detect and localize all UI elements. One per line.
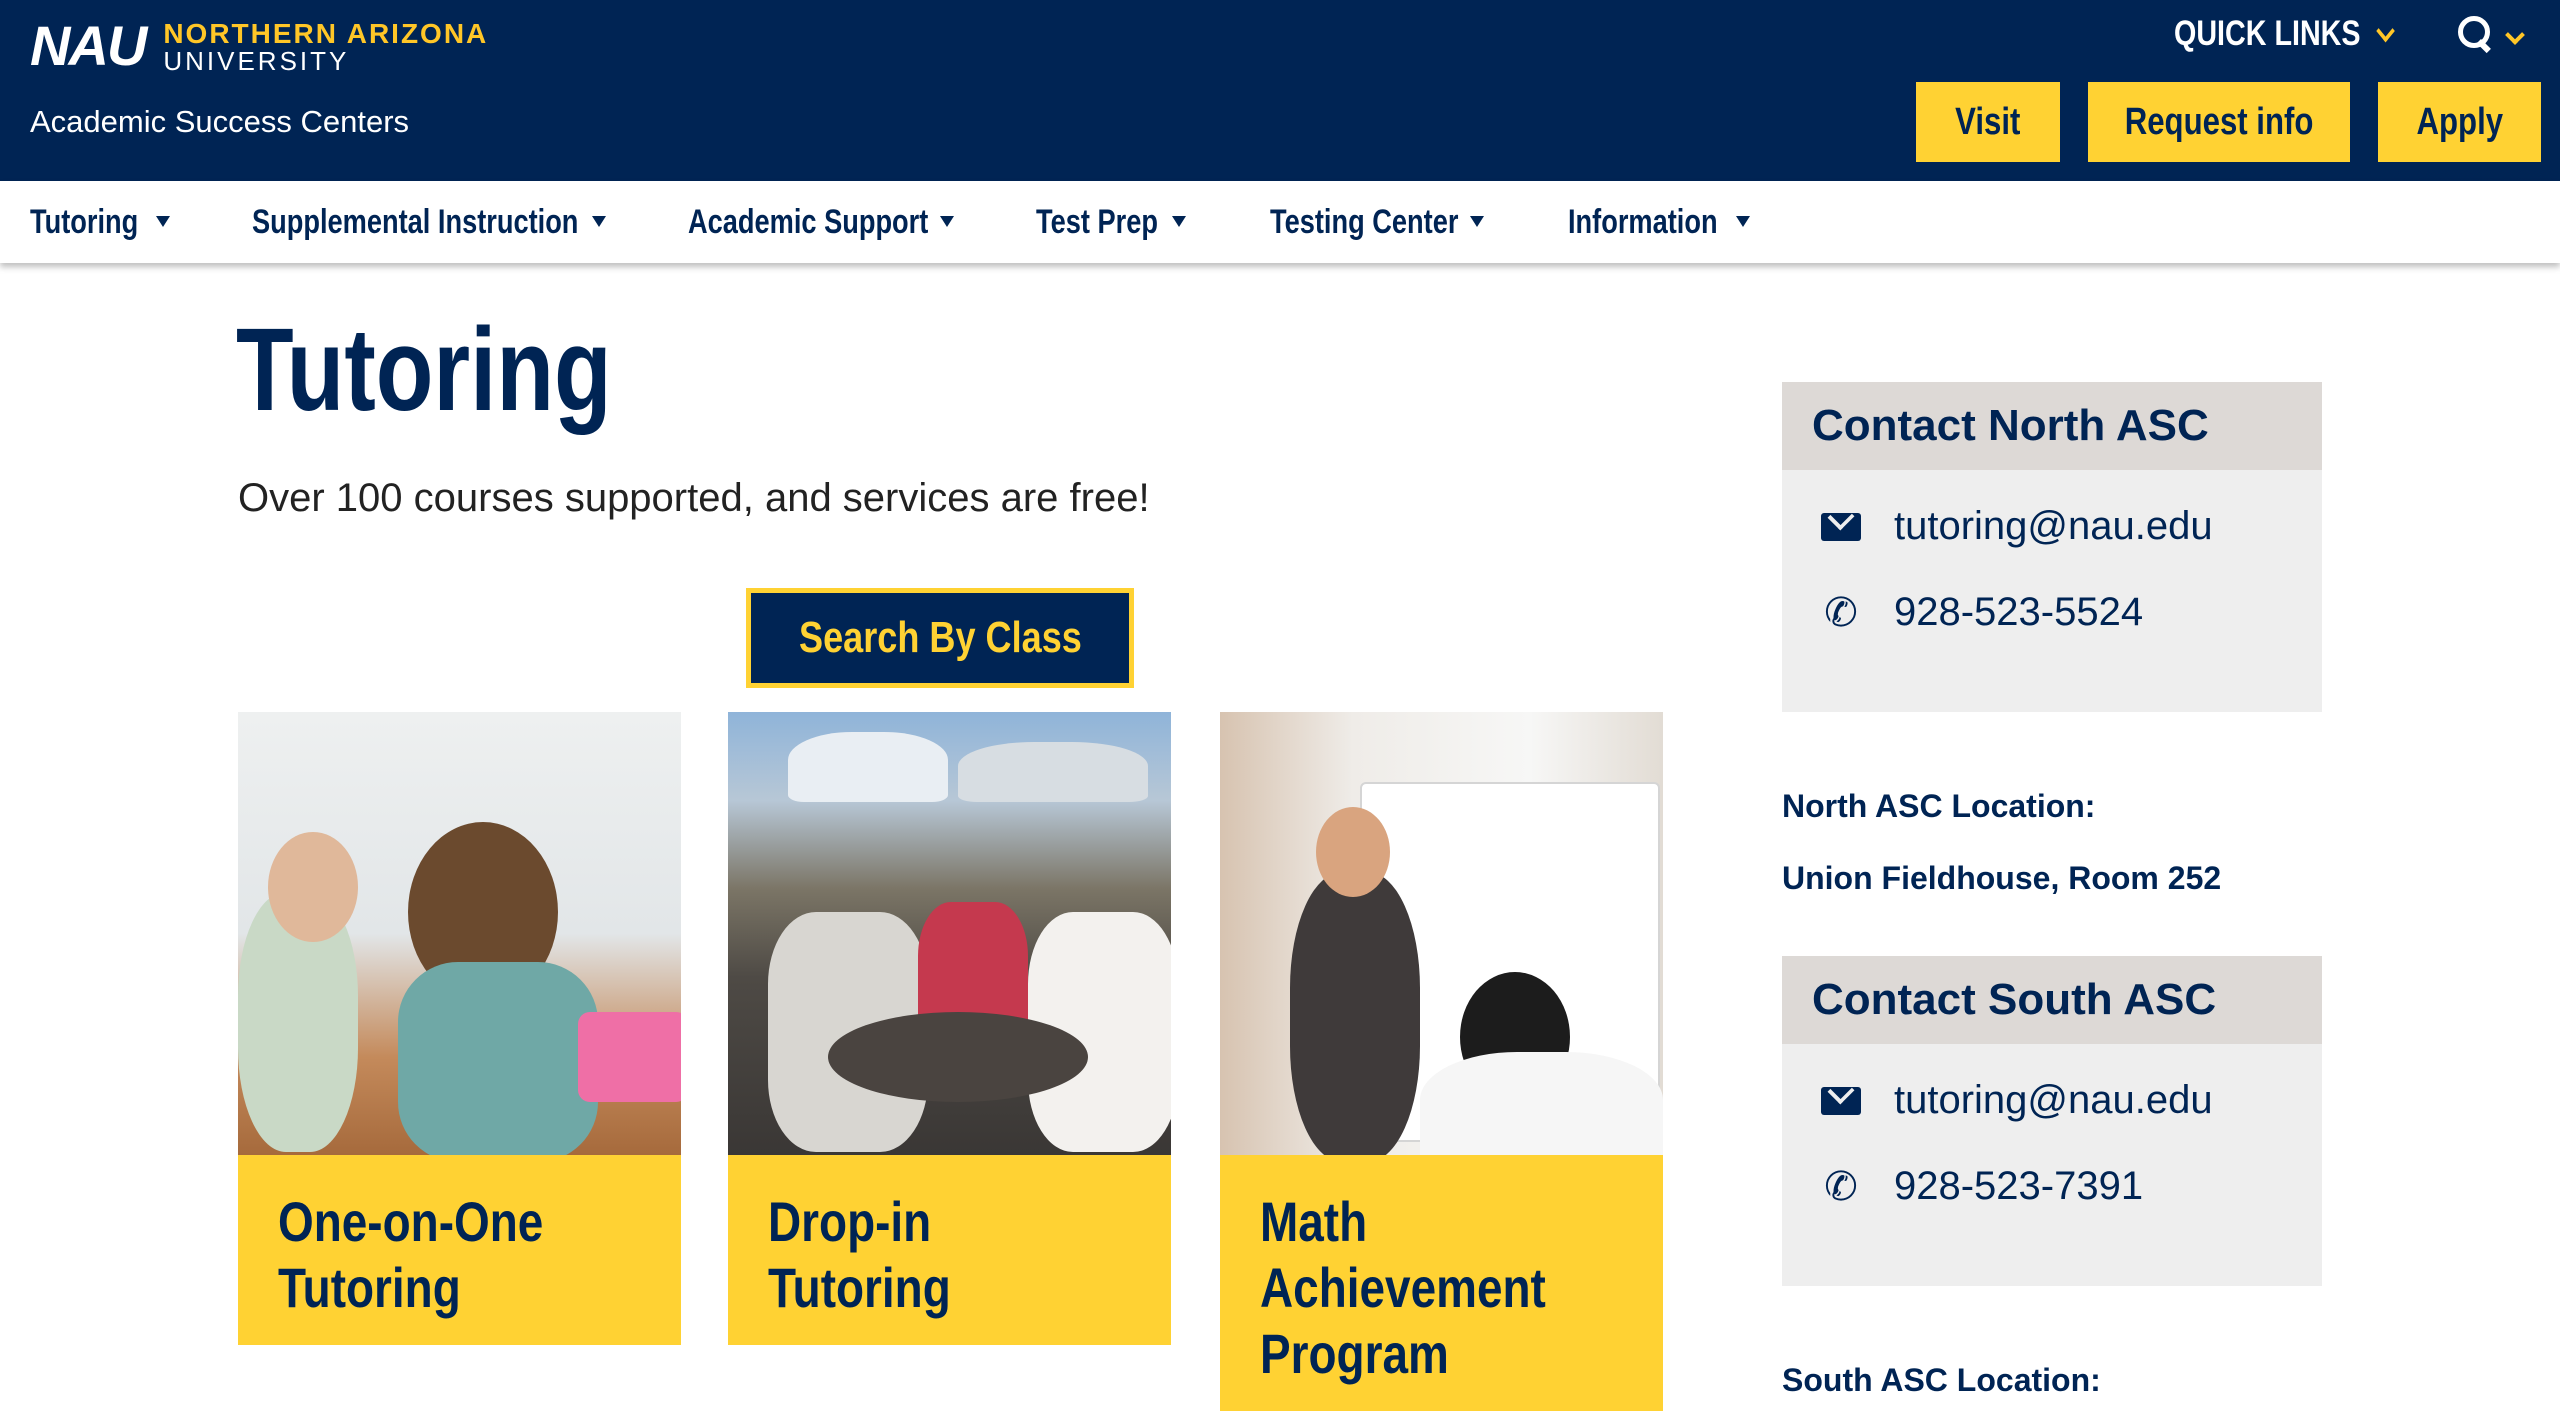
logo-line1: NORTHERN ARIZONA xyxy=(163,18,489,49)
logo-text: NORTHERN ARIZONA UNIVERSITY xyxy=(163,18,489,76)
caret-down-icon xyxy=(1470,216,1484,227)
visit-label: Visit xyxy=(1955,100,2021,143)
north-location: Union Fieldhouse, Room 252 xyxy=(1782,860,2222,896)
main-nav: Tutoring Supplemental Instruction Academ… xyxy=(0,181,2560,263)
north-phone: 928-523-5524 xyxy=(1894,590,2144,634)
nav-item-testing-center[interactable]: Testing Center xyxy=(1270,181,1506,263)
chevron-down-icon xyxy=(2375,19,2395,43)
north-phone-link[interactable]: ✆ 928-523-5524 xyxy=(1820,590,2143,635)
page-title: Tutoring xyxy=(236,300,706,440)
logo-line2: UNIVERSITY xyxy=(163,46,350,76)
chevron-down-icon xyxy=(2505,25,2525,45)
intro-text: Over 100 courses supported, and services… xyxy=(238,476,1150,520)
card-label-line: One-on-One xyxy=(278,1190,544,1253)
search-toggle[interactable] xyxy=(2456,14,2525,52)
nav-item-test-prep[interactable]: Test Prep xyxy=(1036,181,1188,263)
nav-item-supplemental-instruction[interactable]: Supplemental Instruction xyxy=(252,181,660,263)
card-label-line: Drop-in xyxy=(768,1190,932,1253)
card-label: One-on-One Tutoring xyxy=(238,1155,681,1345)
north-email-link[interactable]: tutoring@nau.edu xyxy=(1820,504,2213,549)
nav-label: Information xyxy=(1568,202,1718,241)
south-email-link[interactable]: tutoring@nau.edu xyxy=(1820,1078,2213,1123)
card-label-line: Tutoring xyxy=(278,1256,461,1319)
card-label-line: Program xyxy=(1260,1322,1449,1385)
nav-item-tutoring[interactable]: Tutoring xyxy=(30,181,170,263)
envelope-icon xyxy=(1820,506,1862,548)
card-label-line: Achievement xyxy=(1260,1256,1546,1319)
contact-south-box: Contact South ASC tutoring@nau.edu ✆ 928… xyxy=(1782,956,2322,1286)
card-math-achievement-program[interactable]: Math Achievement Program xyxy=(1220,712,1663,1411)
south-location-label: South ASC Location: xyxy=(1782,1362,2101,1398)
request-info-label: Request info xyxy=(2124,100,2314,143)
card-label-line: Tutoring xyxy=(768,1256,951,1319)
caret-down-icon xyxy=(940,216,954,227)
contact-north-box: Contact North ASC tutoring@nau.edu ✆ 928… xyxy=(1782,382,2322,712)
nav-item-information[interactable]: Information xyxy=(1568,181,1755,263)
nav-label: Testing Center xyxy=(1270,202,1459,241)
search-by-class-label: Search By Class xyxy=(798,613,1082,662)
nav-label: Test Prep xyxy=(1036,202,1158,241)
contact-north-heading: Contact North ASC xyxy=(1782,382,2322,470)
card-drop-in-tutoring[interactable]: Drop-in Tutoring xyxy=(728,712,1171,1345)
search-icon xyxy=(2456,14,2494,52)
card-one-on-one-tutoring[interactable]: One-on-One Tutoring xyxy=(238,712,681,1345)
request-info-button[interactable]: Request info xyxy=(2088,82,2350,162)
nav-label: Tutoring xyxy=(30,202,139,241)
contact-south-heading: Contact South ASC xyxy=(1782,956,2322,1044)
page-title-text: Tutoring xyxy=(236,304,612,436)
site-title[interactable]: Academic Success Centers xyxy=(30,104,409,140)
nav-item-academic-support[interactable]: Academic Support xyxy=(688,181,988,263)
quick-links-menu[interactable]: QUICK LINKS xyxy=(2174,12,2395,56)
tutoring-photo xyxy=(238,712,681,1155)
quick-links-label: QUICK LINKS xyxy=(2174,14,2361,53)
card-label-line: Math xyxy=(1260,1190,1368,1253)
logo-mark: NAU xyxy=(30,14,147,77)
caret-down-icon xyxy=(156,216,170,227)
north-location-label: North ASC Location: xyxy=(1782,788,2096,824)
nav-label: Academic Support xyxy=(688,202,929,241)
search-by-class-button[interactable]: Search By Class xyxy=(746,588,1134,688)
drop-in-photo xyxy=(728,712,1171,1155)
envelope-icon xyxy=(1820,1080,1862,1122)
south-phone: 928-523-7391 xyxy=(1894,1164,2144,1208)
card-label: Drop-in Tutoring xyxy=(728,1155,1171,1345)
phone-icon: ✆ xyxy=(1824,590,1858,635)
caret-down-icon xyxy=(1736,216,1750,227)
visit-button[interactable]: Visit xyxy=(1916,82,2060,162)
caret-down-icon xyxy=(592,216,606,227)
card-label: Math Achievement Program xyxy=(1220,1155,1663,1411)
phone-icon: ✆ xyxy=(1824,1164,1858,1209)
apply-label: Apply xyxy=(2416,100,2503,143)
south-phone-link[interactable]: ✆ 928-523-7391 xyxy=(1820,1164,2143,1209)
site-header: NAU NORTHERN ARIZONA UNIVERSITY Academic… xyxy=(0,0,2560,181)
nau-logo[interactable]: NAU NORTHERN ARIZONA UNIVERSITY xyxy=(30,14,489,77)
math-program-photo xyxy=(1220,712,1663,1155)
apply-button[interactable]: Apply xyxy=(2378,82,2541,162)
nav-label: Supplemental Instruction xyxy=(252,202,579,241)
caret-down-icon xyxy=(1172,216,1186,227)
north-email: tutoring@nau.edu xyxy=(1894,504,2213,548)
south-email: tutoring@nau.edu xyxy=(1894,1078,2213,1122)
